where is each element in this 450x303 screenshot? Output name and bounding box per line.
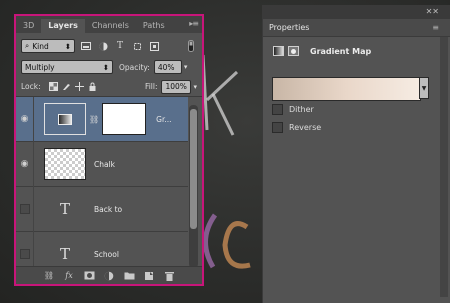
mask-settings-icon[interactable] (288, 46, 299, 56)
opacity-label: Opacity: (119, 62, 150, 72)
layer-name: Chalk (94, 159, 116, 169)
layer-mask-thumbnail[interactable] (102, 103, 147, 135)
properties-header: Gradient Map (263, 37, 450, 65)
fill-label: Fill: (144, 82, 158, 91)
text-layer-icon: T (59, 200, 70, 218)
blend-mode-select[interactable]: Multiply ⬍ (21, 60, 113, 74)
layer-name: Back to (94, 204, 123, 214)
tab-3d[interactable]: 3D (16, 19, 41, 33)
layers-scrollbar[interactable] (189, 105, 198, 268)
layer-name: Gr... (156, 114, 172, 124)
tab-channels[interactable]: Channels (85, 19, 136, 33)
lock-row: Lock: Fill: 100% ▾ (16, 77, 202, 97)
type-filter-icon[interactable]: T (114, 41, 126, 51)
layers-panel: 3D Layers Channels Paths ▸≡ ⌕ Kind ⬍ T M… (14, 14, 204, 286)
adjustment-name: Gradient Map (310, 46, 372, 56)
blend-mode-value: Multiply (25, 62, 55, 72)
lock-label: Lock: (21, 82, 41, 91)
chalk-lettering-k (201, 54, 239, 136)
new-layer-icon[interactable] (144, 270, 155, 281)
fill-input[interactable]: 100% (161, 79, 192, 94)
layer-name: School (94, 249, 119, 259)
adjustment-thumbnail (44, 103, 86, 135)
dither-label: Dither (289, 105, 314, 114)
visibility-eye-icon[interactable]: ◉ (16, 141, 34, 187)
gradient-map-icon (58, 113, 72, 125)
lock-position-icon[interactable] (74, 82, 84, 91)
shape-filter-icon[interactable] (131, 41, 143, 51)
filter-toggle-icon[interactable] (185, 40, 197, 52)
search-icon: ⌕ (25, 41, 30, 50)
reverse-label: Reverse (289, 123, 322, 132)
reverse-checkbox-box[interactable] (272, 122, 283, 133)
layer-row-chalk[interactable]: ◉ Chalk (16, 141, 188, 187)
chalk-layer-thumbnail (44, 148, 86, 180)
layer-row-gradient-map[interactable]: ◉ ⛓ Gr... (16, 96, 188, 142)
filter-kind-value: Kind (32, 41, 49, 51)
mask-icon[interactable] (84, 270, 95, 281)
layer-row-back-to[interactable]: T Back to (16, 186, 188, 232)
dither-checkbox-box[interactable] (272, 104, 283, 115)
pixel-filter-icon[interactable] (80, 41, 92, 51)
opacity-dropdown-icon[interactable]: ▾ (184, 63, 188, 71)
visibility-eye-icon[interactable]: ◉ (16, 96, 34, 142)
properties-scrollbar[interactable] (440, 37, 448, 297)
fill-dropdown-icon[interactable]: ▾ (193, 83, 197, 91)
opacity-input[interactable]: 40% (153, 60, 182, 74)
link-icon[interactable]: ⛓ (44, 270, 55, 281)
adjustment-icon[interactable] (104, 270, 115, 281)
chevron-down-icon: ⬍ (102, 62, 109, 72)
fx-icon[interactable]: fx (64, 270, 75, 281)
lock-all-icon[interactable] (88, 82, 97, 91)
properties-panel: ✕✕ Properties ≡ Gradient Map ▼ Dither Re… (262, 5, 450, 303)
folder-icon[interactable] (124, 270, 135, 281)
lock-pixels-icon[interactable] (62, 82, 71, 91)
chevron-down-icon: ▼ (421, 84, 427, 92)
blend-row: Multiply ⬍ Opacity: 40% ▾ (16, 57, 202, 77)
panel-menu-icon[interactable]: ≡ (432, 23, 439, 32)
filter-kind-select[interactable]: ⌕ Kind ⬍ (21, 39, 75, 53)
gradient-preview-bar[interactable] (272, 77, 421, 101)
chain-link-icon[interactable]: ⛓ (89, 115, 99, 124)
lock-transparency-icon[interactable] (48, 82, 58, 91)
panel-menu-icon[interactable]: ▸≡ (189, 19, 199, 28)
chalk-lettering-c (203, 213, 251, 269)
visibility-toggle[interactable] (16, 186, 34, 232)
panel-top-bar: ✕✕ (263, 5, 450, 19)
opacity-value: 40% (157, 62, 175, 72)
panel-title: Properties (269, 23, 310, 32)
adjustment-filter-icon[interactable] (97, 41, 109, 51)
trash-icon[interactable] (164, 270, 175, 281)
tab-layers[interactable]: Layers (41, 19, 85, 33)
properties-title-bar: Properties ≡ (263, 19, 450, 37)
tab-paths[interactable]: Paths (136, 19, 172, 33)
text-layer-icon: T (59, 245, 70, 263)
smart-object-filter-icon[interactable] (148, 41, 160, 51)
filter-row: ⌕ Kind ⬍ T (16, 35, 202, 57)
adjustment-settings-icon[interactable] (273, 46, 284, 56)
fill-value: 100% (165, 82, 187, 91)
chevron-down-icon: ⬍ (64, 41, 71, 51)
layers-footer: ⛓ fx (16, 266, 202, 284)
scrollbar-thumb[interactable] (190, 109, 197, 229)
gradient-dropdown-button[interactable]: ▼ (419, 77, 429, 99)
close-icon[interactable]: ✕✕ (426, 7, 439, 16)
layers-panel-tabs: 3D Layers Channels Paths ▸≡ (16, 16, 202, 33)
reverse-checkbox[interactable]: Reverse (272, 122, 321, 133)
dither-checkbox[interactable]: Dither (272, 104, 314, 115)
